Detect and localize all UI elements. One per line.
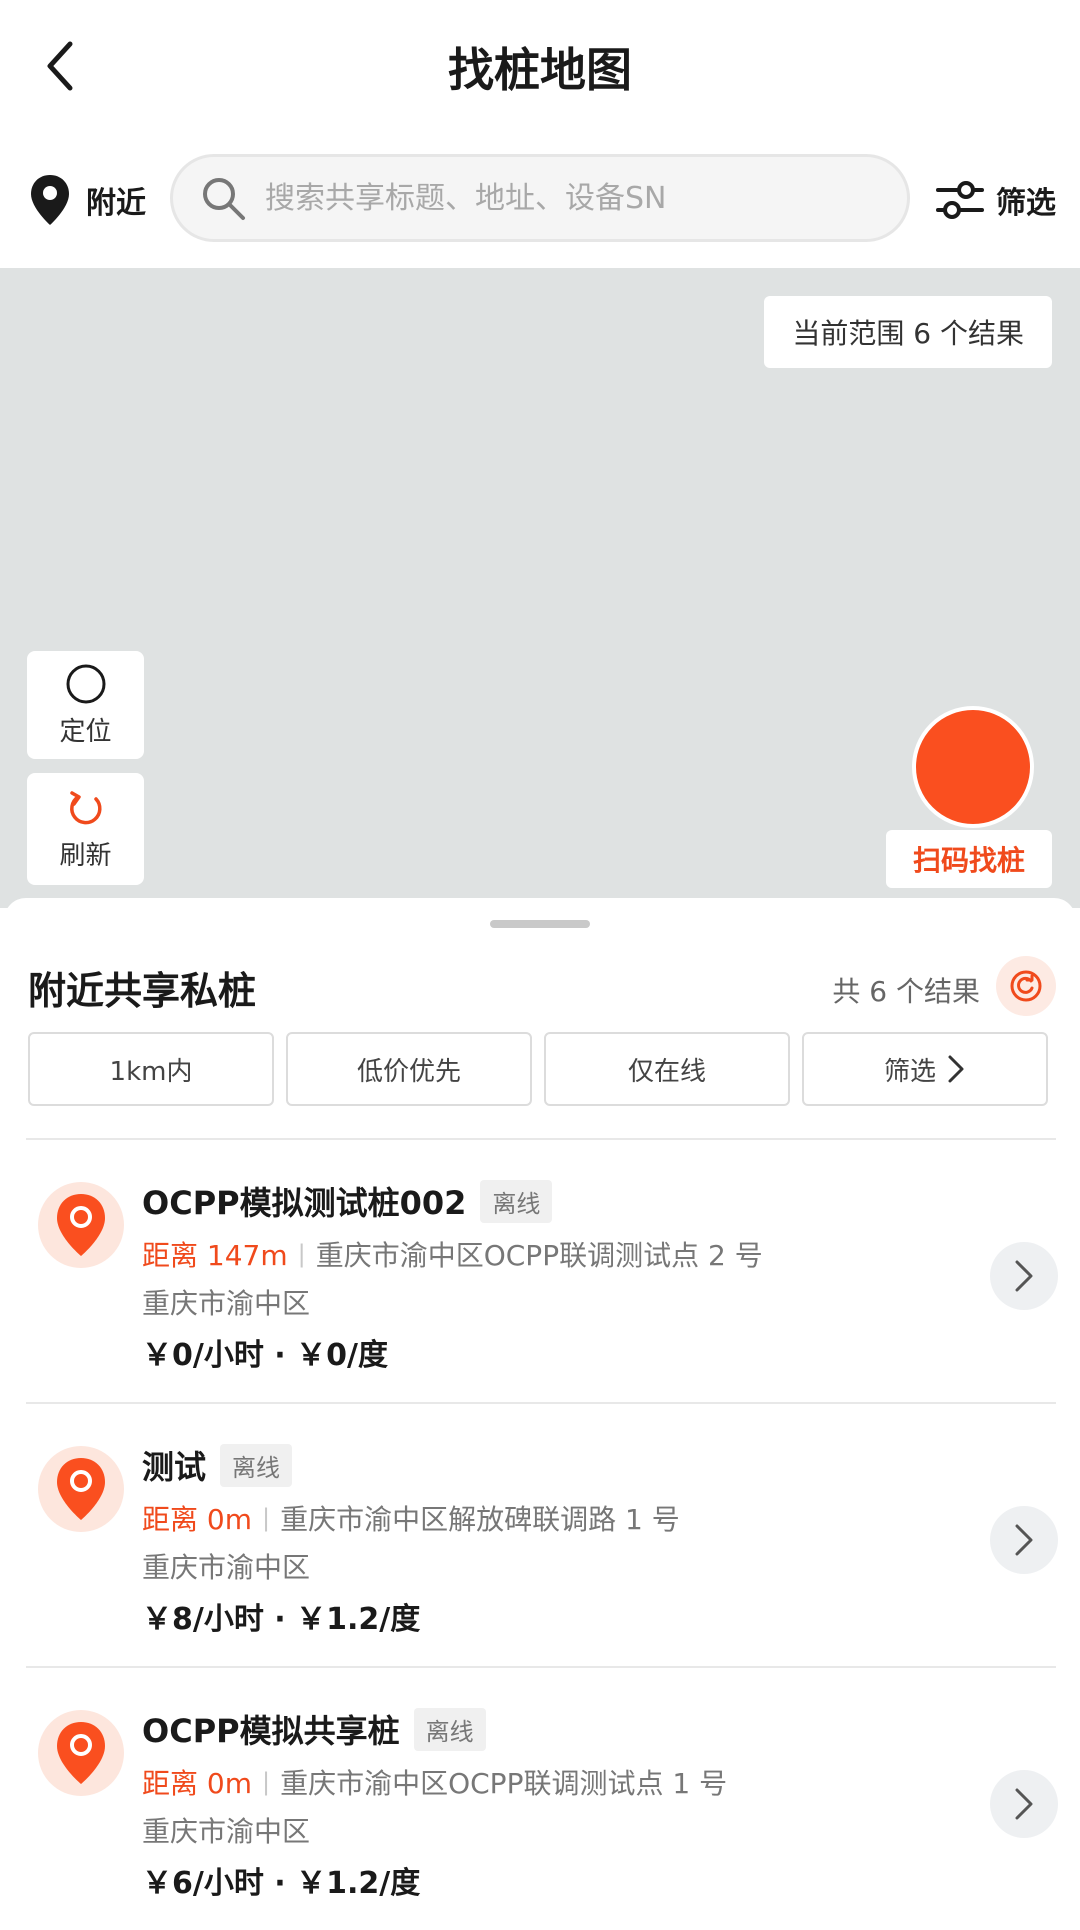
status-badge: 离线	[413, 1707, 486, 1751]
divider	[26, 1666, 1056, 1668]
chevron-right-icon	[948, 1055, 964, 1083]
item-distance: 距离 147m	[142, 1239, 288, 1272]
item-price: ￥8/小时 · ￥1.2/度	[142, 1602, 421, 1637]
item-price: ￥0/小时 · ￥0/度	[142, 1338, 388, 1373]
chip-label: 低价优先	[356, 1056, 461, 1087]
status-badge: 离线	[480, 1179, 553, 1223]
list-item[interactable]: OCPP模拟共享桩 离线 距离 0m | 重庆市渝中区OCPP联调测试点 1 号…	[4, 1670, 1076, 1930]
refresh-icon	[69, 790, 102, 824]
search-box[interactable]	[170, 154, 910, 242]
filter-button[interactable]: 筛选	[936, 172, 1056, 228]
search-input[interactable]	[263, 179, 867, 217]
divider	[26, 1402, 1056, 1404]
charger-pin-icon	[38, 1182, 124, 1268]
refresh-label: 刷新	[59, 840, 112, 871]
item-district: 重庆市渝中区	[142, 1287, 311, 1320]
item-detail-button[interactable]	[990, 1242, 1058, 1310]
refresh-icon	[1010, 970, 1042, 1002]
scan-button[interactable]	[912, 706, 1034, 828]
search-icon	[203, 178, 245, 220]
header: 找桩地图	[0, 0, 1080, 130]
section-title: 附近共享私桩	[28, 969, 257, 1013]
item-address: 重庆市渝中区解放碑联调路 1 号	[280, 1503, 680, 1536]
filter-chips: 1km内 低价优先 仅在线 筛选	[28, 1032, 1048, 1106]
item-title-row: OCPP模拟测试桩002 离线	[142, 1178, 553, 1224]
location-pin-icon	[31, 175, 69, 225]
refresh-list-button[interactable]	[996, 956, 1056, 1016]
locate-button[interactable]: 定位	[27, 651, 144, 759]
item-detail-button[interactable]	[990, 1770, 1058, 1838]
list-item[interactable]: 测试 离线 距离 0m | 重庆市渝中区解放碑联调路 1 号 重庆市渝中区 ￥8…	[4, 1406, 1076, 1666]
charger-pin-icon	[38, 1446, 124, 1532]
item-distance-row: 距离 147m | 重庆市渝中区OCPP联调测试点 2 号	[142, 1234, 763, 1274]
chip-label: 仅在线	[627, 1056, 706, 1087]
chevron-right-icon	[1015, 1524, 1033, 1556]
item-distance-row: 距离 0m | 重庆市渝中区解放碑联调路 1 号	[142, 1498, 680, 1538]
charger-pin-icon	[38, 1710, 124, 1796]
filter-label: 筛选	[996, 186, 1056, 221]
chip-label: 1km内	[109, 1056, 193, 1087]
chip-filter[interactable]: 筛选	[802, 1032, 1048, 1106]
item-district: 重庆市渝中区	[142, 1551, 311, 1584]
result-count-badge: 当前范围 6 个结果	[764, 296, 1052, 368]
item-district: 重庆市渝中区	[142, 1815, 311, 1848]
item-title-row: 测试 离线	[142, 1442, 293, 1488]
divider	[26, 1138, 1056, 1140]
item-address: 重庆市渝中区OCPP联调测试点 1 号	[280, 1767, 728, 1800]
locate-label: 定位	[59, 716, 112, 747]
separator: |	[297, 1240, 306, 1268]
item-price: ￥6/小时 · ￥1.2/度	[142, 1866, 421, 1901]
item-name: 测试	[142, 1448, 207, 1486]
total-results: 共 6 个结果	[832, 975, 980, 1008]
item-distance: 距离 0m	[142, 1503, 252, 1536]
chevron-right-icon	[1015, 1260, 1033, 1292]
item-detail-button[interactable]	[990, 1506, 1058, 1574]
scan-label[interactable]: 扫码找桩	[886, 830, 1052, 888]
locate-circle-icon	[66, 664, 105, 703]
item-name: OCPP模拟共享桩	[142, 1712, 400, 1750]
separator: |	[262, 1504, 271, 1532]
search-row: 附近 筛选	[0, 150, 1080, 250]
item-title-row: OCPP模拟共享桩 离线	[142, 1706, 486, 1752]
list-item[interactable]: OCPP模拟测试桩002 离线 距离 147m | 重庆市渝中区OCPP联调测试…	[4, 1142, 1076, 1402]
item-name: OCPP模拟测试桩002	[142, 1184, 467, 1222]
item-distance: 距离 0m	[142, 1767, 252, 1800]
map-view[interactable]: 当前范围 6 个结果 定位 刷新 扫码找桩	[0, 268, 1080, 908]
chip-low-price[interactable]: 低价优先	[286, 1032, 532, 1106]
sheet-drag-handle[interactable]	[490, 920, 590, 928]
chip-1km[interactable]: 1km内	[28, 1032, 274, 1106]
separator: |	[262, 1768, 271, 1796]
refresh-button[interactable]: 刷新	[27, 773, 144, 885]
status-badge: 离线	[220, 1443, 293, 1487]
nearby-button[interactable]: 附近	[28, 172, 146, 228]
page-title: 找桩地图	[448, 43, 632, 97]
sliders-icon	[936, 181, 984, 219]
nearby-label: 附近	[86, 186, 146, 221]
chip-label: 筛选	[883, 1056, 936, 1087]
item-address: 重庆市渝中区OCPP联调测试点 2 号	[315, 1239, 763, 1272]
chip-online-only[interactable]: 仅在线	[544, 1032, 790, 1106]
item-distance-row: 距离 0m | 重庆市渝中区OCPP联调测试点 1 号	[142, 1762, 727, 1802]
results-sheet: 附近共享私桩 共 6 个结果 1km内 低价优先 仅在线 筛选 OCPP模拟测试…	[4, 898, 1076, 1928]
chevron-right-icon	[1015, 1788, 1033, 1820]
